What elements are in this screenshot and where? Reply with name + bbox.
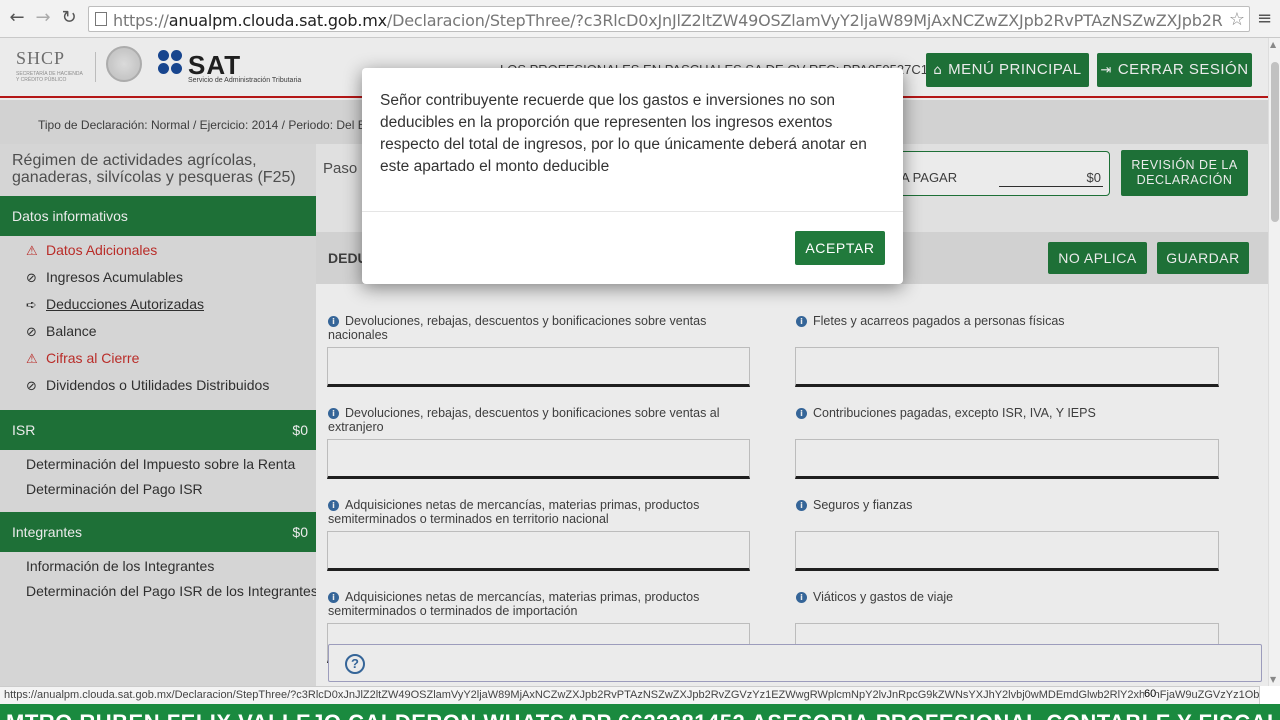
promo-banner: MTRO RUBEN FELIX VALLEJO CALDERON WHATSA… — [0, 704, 1280, 720]
browser-status-bar: https://anualpm.clouda.sat.gob.mx/Declar… — [0, 686, 1260, 704]
page-icon — [95, 12, 107, 26]
scroll-down-icon[interactable]: ▼ — [1270, 675, 1276, 684]
bookmark-star-icon[interactable]: ☆ — [1229, 9, 1245, 30]
promo-banner-text: MTRO RUBEN FELIX VALLEJO CALDERON WHATSA… — [6, 710, 1280, 720]
notice-dialog: Señor contribuyente recuerde que los gas… — [362, 68, 903, 284]
url-path: /Declaracion/StepThree/?c3RlcD0xJnJlZ2lt… — [386, 11, 1223, 30]
url-host: anualpm.clouda.sat.gob.mx — [168, 11, 387, 30]
address-bar[interactable]: https://anualpm.clouda.sat.gob.mx/Declar… — [88, 6, 1250, 32]
scroll-up-icon[interactable]: ▲ — [1270, 40, 1276, 49]
back-arrow-icon[interactable]: ← — [6, 7, 28, 29]
accept-button[interactable]: ACEPTAR — [795, 231, 885, 265]
browser-menu-icon[interactable]: ≡ — [1257, 8, 1273, 29]
reload-icon[interactable]: ↻ — [58, 7, 80, 29]
forward-arrow-icon[interactable]: → — [32, 7, 54, 29]
url-scheme: https:// — [113, 11, 169, 30]
status-counter: 60 — [1144, 688, 1157, 700]
page-scrollbar[interactable]: ▲ ▼ — [1268, 38, 1280, 686]
dialog-message: Señor contribuyente recuerde que los gas… — [380, 92, 867, 175]
address-url[interactable]: https://anualpm.clouda.sat.gob.mx/Declar… — [113, 11, 1223, 30]
scrollbar-thumb[interactable] — [1271, 62, 1279, 222]
browser-toolbar: ← → ↻ https://anualpm.clouda.sat.gob.mx/… — [0, 0, 1280, 38]
dialog-divider — [362, 211, 903, 212]
